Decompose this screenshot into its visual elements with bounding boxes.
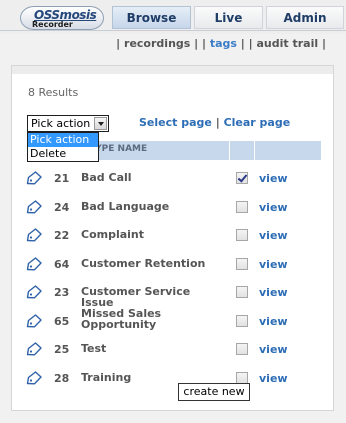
select-page-link[interactable]: Select page	[139, 116, 212, 129]
view-link[interactable]: view	[259, 201, 288, 214]
tag-icon[interactable]	[26, 370, 44, 385]
clear-page-link[interactable]: Clear page	[224, 116, 291, 129]
view-link[interactable]: view	[259, 286, 288, 299]
table-row: 28 Training view	[12, 364, 333, 393]
tag-icon[interactable]	[26, 228, 44, 242]
table-row: 21 Bad Call view	[12, 164, 333, 193]
tag-name: Training	[81, 370, 132, 384]
subnav-recordings[interactable]: recordings	[124, 37, 190, 50]
table-row: 23 Customer Service Issue view	[12, 278, 333, 309]
subnav-tags[interactable]: tags	[210, 37, 237, 50]
tag-id: 21	[54, 172, 70, 185]
view-link[interactable]: view	[259, 258, 288, 271]
row-checkbox[interactable]	[236, 343, 248, 355]
tag-id: 64	[54, 257, 70, 271]
tag-id: 25	[54, 343, 70, 356]
table-row: 64 Customer Retention view	[12, 250, 333, 279]
action-dropdown: Pick action Delete	[27, 132, 99, 162]
view-link[interactable]: view	[259, 372, 288, 385]
view-link[interactable]: view	[259, 229, 288, 242]
tag-id: 23	[54, 286, 70, 299]
dropdown-option-pick-action[interactable]: Pick action	[28, 133, 98, 147]
view-link[interactable]: view	[259, 315, 288, 328]
tag-name: Bad Language	[81, 199, 170, 213]
tag-name: Bad Call	[81, 171, 132, 184]
tag-icon[interactable]	[26, 199, 44, 214]
tag-icon[interactable]	[26, 285, 44, 299]
tab-browse[interactable]: Browse	[112, 6, 191, 29]
tag-icon[interactable]	[26, 256, 44, 271]
create-new-button[interactable]: create new	[178, 383, 250, 401]
tag-id: 24	[54, 200, 70, 214]
page: OSSmosis Recorder Browse Live Admin | re…	[0, 0, 346, 423]
divider	[0, 30, 346, 31]
subnav-audit-trail[interactable]: audit trail	[257, 37, 319, 50]
tag-name: Test	[81, 342, 107, 355]
tag-name: Missed Sales Opportunity	[81, 306, 162, 331]
view-link[interactable]: view	[259, 343, 288, 356]
sub-navigation: | recordings | | tags | | audit trail |	[116, 37, 326, 50]
table-row: 65 Missed Sales Opportunity view	[12, 307, 333, 336]
logo-subtext: Recorder	[32, 20, 73, 29]
tag-id: 65	[54, 314, 70, 328]
ossmosis-logo[interactable]: OSSmosis Recorder	[20, 6, 104, 30]
tag-icon[interactable]	[26, 313, 44, 328]
row-checkbox[interactable]	[236, 286, 248, 298]
row-checkbox[interactable]	[236, 371, 248, 384]
dropdown-option-delete[interactable]: Delete	[28, 147, 98, 161]
tab-live[interactable]: Live	[194, 6, 263, 29]
top-bar: OSSmosis Recorder Browse Live Admin	[0, 0, 346, 34]
action-select[interactable]: Pick action	[27, 115, 109, 132]
tab-admin[interactable]: Admin	[266, 6, 344, 29]
tag-id: 22	[54, 229, 70, 242]
row-checkbox[interactable]	[236, 172, 248, 184]
chevron-down-icon[interactable]	[94, 117, 107, 130]
page-links-separator: |	[215, 116, 220, 129]
tag-icon[interactable]	[26, 342, 44, 356]
panel-header-strip	[12, 66, 333, 74]
tag-name: Customer Retention	[81, 256, 206, 270]
view-link[interactable]: view	[259, 172, 288, 185]
row-checkbox[interactable]	[236, 200, 248, 213]
tags-table-body: 21 Bad Call view 24 Bad Language view 22 Compla…	[12, 164, 333, 392]
tag-icon[interactable]	[26, 171, 44, 185]
row-checkbox[interactable]	[236, 229, 248, 241]
action-select-value: Pick action	[31, 117, 91, 130]
results-count: 8 Results	[28, 86, 79, 99]
row-checkbox[interactable]	[236, 257, 248, 270]
tag-name: Complaint	[81, 228, 145, 241]
tags-panel: 8 Results Pick action Pick action Delete…	[11, 65, 334, 411]
table-row: 22 Complaint view	[12, 221, 333, 250]
table-row: 25 Test view	[12, 335, 333, 364]
row-checkbox[interactable]	[236, 314, 248, 327]
table-row: 24 Bad Language view	[12, 193, 333, 222]
tag-id: 28	[54, 371, 70, 385]
page-links: Select page | Clear page	[139, 116, 290, 129]
tag-name: Customer Service Issue	[81, 285, 191, 309]
